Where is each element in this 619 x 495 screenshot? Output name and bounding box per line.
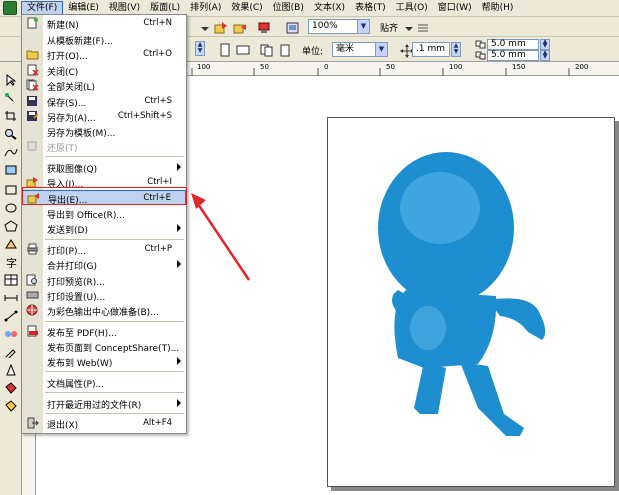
arrow-head-icon (191, 193, 206, 209)
annotation-arrow (191, 193, 251, 281)
